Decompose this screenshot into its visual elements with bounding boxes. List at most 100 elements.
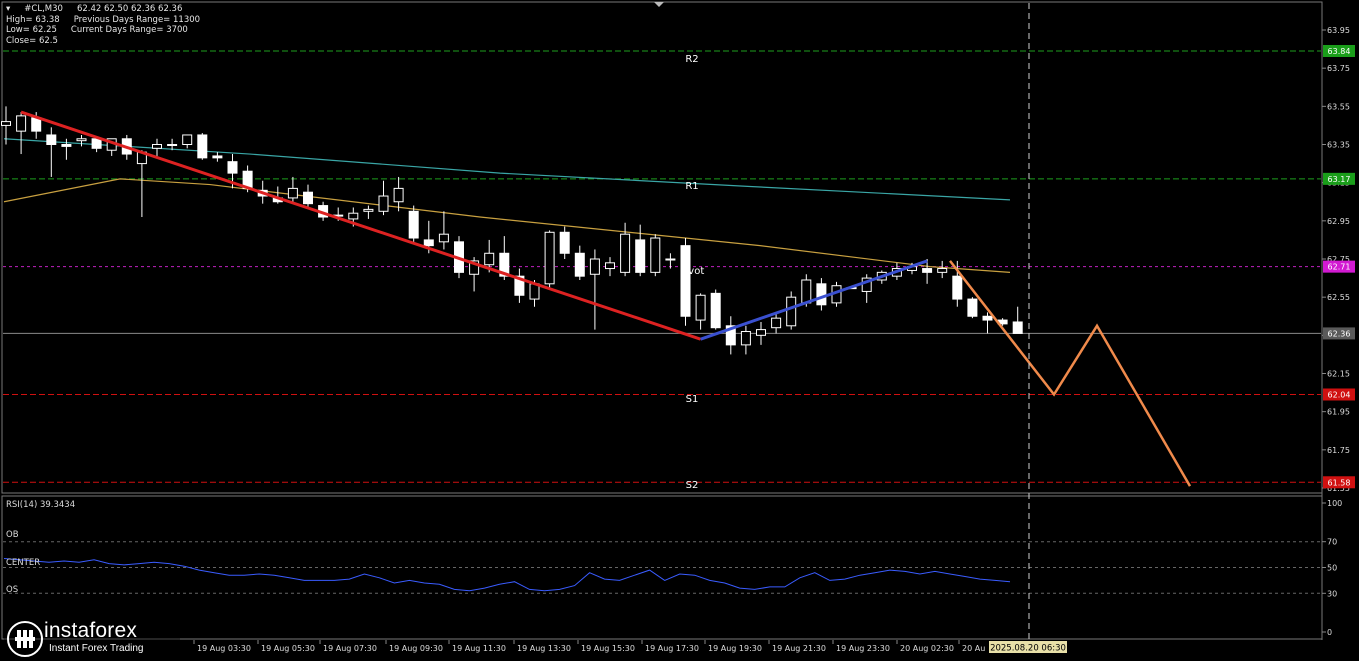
bearish-candle-body [31, 117, 42, 132]
bearish-candle-body [1012, 321, 1023, 334]
bearish-candle-body [680, 245, 691, 317]
time-tick-label: 19 Aug 13:30 [517, 644, 571, 653]
bullish-candle-body [152, 144, 162, 149]
bullish-candle-body [665, 258, 676, 261]
price-tick-label: 62.55 [1327, 293, 1350, 302]
bullish-candle-body [438, 233, 449, 243]
price-tick-label: 61.75 [1327, 446, 1350, 455]
bullish-candle-body [786, 296, 797, 327]
bullish-candle-body [182, 134, 193, 145]
brand-name: instaforex [44, 619, 138, 642]
bullish-candle-body [650, 237, 661, 273]
bullish-candle-body [287, 187, 298, 199]
bullish-candle-body [348, 212, 359, 220]
price-tick-label: 63.95 [1327, 26, 1350, 35]
symbol-dropdown-icon[interactable]: ▾ [6, 4, 10, 14]
rsi-tick-label: 0 [1327, 628, 1332, 637]
time-tick-label: 20 Au [962, 644, 985, 653]
level-label-pivot: Pivot [680, 266, 705, 277]
rsi-tick-label: 100 [1327, 499, 1342, 508]
time-tick-label: 19 Aug 21:30 [772, 644, 826, 653]
price-level-tag-label: 63.17 [1328, 175, 1351, 184]
candle [544, 230, 555, 288]
rsi-tick-label: 50 [1327, 564, 1337, 573]
bearish-candle-body [61, 144, 72, 147]
candle [650, 234, 661, 277]
price-tick-label: 62.95 [1327, 217, 1350, 226]
bullish-candle-body [695, 294, 706, 321]
candle [967, 297, 978, 319]
brand-tagline: Instant Forex Trading [49, 643, 144, 654]
bullish-candle-body [393, 187, 404, 203]
candle [408, 205, 419, 242]
bearish-candle-body [710, 292, 721, 329]
bullish-candle-body [167, 144, 178, 146]
bearish-candle-body [982, 315, 993, 321]
bullish-candle-body [605, 262, 615, 270]
curr-range-label: Current Days Range= 3700 [70, 25, 188, 35]
close-label: Close= 62.5 [6, 35, 58, 46]
bearish-candle-body [408, 210, 419, 239]
time-tick-label: 19 Aug 05:30 [261, 644, 315, 653]
level-label-r1: R1 [685, 181, 698, 192]
ohlc-label: 62.42 62.50 62.36 62.36 [76, 4, 183, 14]
chart-info-panel: ▾ #CL,M30 62.42 62.50 62.36 62.36 High= 63… [6, 4, 214, 46]
rsi-ob-label: OB [6, 530, 19, 540]
price-tick-label: 63.35 [1327, 141, 1350, 150]
level-label-r2: R2 [685, 54, 698, 65]
bearish-candle-body [952, 275, 963, 300]
bearish-candle-body [423, 239, 434, 247]
time-tick-label: 19 Aug 23:30 [836, 644, 890, 653]
candle [680, 238, 691, 326]
bullish-candle-body [620, 233, 631, 273]
bearish-candle-body [197, 134, 208, 159]
price-level-tag-label: 62.36 [1328, 329, 1351, 338]
price-tick-label: 63.75 [1327, 64, 1350, 73]
bearish-candle-body [212, 155, 223, 159]
price-level-tag-label: 63.84 [1328, 47, 1351, 56]
bearish-candle-body [922, 268, 933, 273]
bullish-candle-body [544, 231, 555, 285]
time-tick-label: 19 Aug 15:30 [581, 644, 635, 653]
time-tick-label: 19 Aug 03:30 [197, 644, 251, 653]
price-tick-label: 63.55 [1327, 102, 1350, 111]
bearish-candle-body [91, 138, 102, 149]
bullish-candle-body [363, 208, 374, 212]
candle [710, 289, 721, 330]
time-tick-label: 19 Aug 07:30 [323, 644, 377, 653]
candle [197, 133, 208, 160]
bearish-candle-body [559, 231, 570, 254]
bullish-candle-body [76, 138, 87, 142]
level-label-s2: S2 [686, 480, 699, 491]
time-tick-label: 19 Aug 09:30 [389, 644, 443, 653]
bullish-candle-body [740, 331, 751, 346]
bearish-candle-body [967, 298, 978, 317]
bearish-candle-body [46, 134, 57, 145]
bullish-candle-body [771, 317, 782, 329]
bullish-candle-body [16, 115, 27, 132]
bullish-candle-body [378, 195, 389, 212]
bearish-candle-body [574, 252, 585, 277]
time-tick-label: 19 Aug 17:30 [645, 644, 699, 653]
rsi-center-label: CENTER [6, 558, 40, 568]
low-label: Low= 62.25 [6, 25, 57, 35]
bullish-candle-body [589, 258, 600, 275]
time-tick-label: 20 Aug 02:30 [900, 644, 954, 653]
rsi-indicator-label: RSI(14) 39.3434 [6, 500, 75, 510]
bullish-candle-body [756, 329, 766, 336]
instaforex-logo-icon [7, 621, 43, 657]
price-level-tag-label: 62.71 [1328, 263, 1351, 272]
bullish-candle-body [801, 279, 812, 304]
bearish-candle-body [635, 239, 646, 273]
bearish-candle-body [227, 161, 238, 174]
price-chart-area[interactable] [1, 1, 1323, 494]
price-tick-label: 61.95 [1327, 408, 1350, 417]
level-label-s1: S1 [686, 394, 699, 405]
high-label: High= 63.38 [6, 14, 60, 25]
bullish-candle-body [937, 268, 948, 273]
rsi-tick-label: 70 [1327, 538, 1337, 547]
time-tick-label: 19 Aug 11:30 [452, 644, 506, 653]
bullish-candle-body [484, 252, 495, 266]
rsi-os-label: OS [6, 585, 18, 595]
rsi-panel[interactable] [1, 495, 1323, 640]
